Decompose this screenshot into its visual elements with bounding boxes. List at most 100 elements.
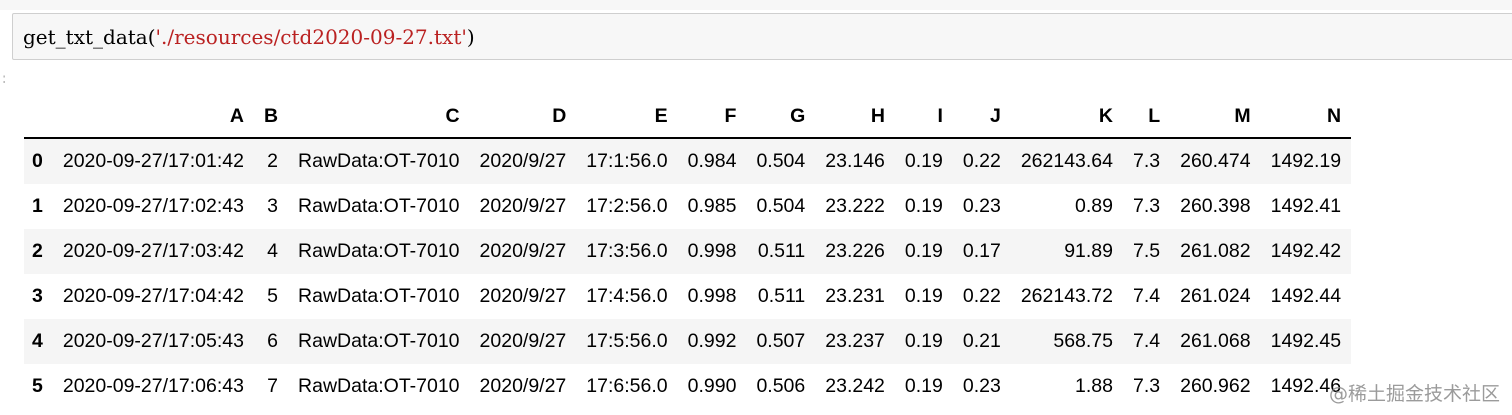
table-cell: 23.222	[825, 195, 885, 217]
table-row: 5 2020-09-27/17:06:43 7 RawData:OT-7010 2020…	[24, 364, 1352, 409]
table-cell: RawData:OT-7010	[298, 285, 460, 307]
column-header: J	[952, 95, 1011, 139]
table-cell: RawData:OT-7010	[298, 240, 460, 262]
table-cell: 7.3	[1133, 150, 1161, 172]
table-cell: 2020-09-27/17:06:43	[62, 375, 244, 397]
table-cell: RawData:OT-7010	[298, 375, 460, 397]
table-cell: 17:3:56.0	[586, 240, 668, 262]
table-cell: 2020/9/27	[479, 330, 567, 352]
code-function-call: get_txt_data(	[23, 25, 156, 49]
table-cell: 1492.45	[1270, 330, 1342, 352]
watermark-text: @稀土掘金技术社区	[1328, 383, 1500, 405]
row-index: 1	[32, 195, 43, 217]
table-cell: 0.504	[756, 195, 806, 217]
table-cell: 260.474	[1180, 150, 1251, 172]
table-cell: 2020-09-27/17:01:42	[62, 150, 244, 172]
column-header: E	[576, 95, 678, 139]
code-closing-paren: )	[466, 25, 475, 49]
row-index: 3	[32, 285, 43, 307]
table-cell: 0.504	[756, 150, 806, 172]
table-cell: 0.17	[962, 240, 1001, 262]
table-row: 1 2020-09-27/17:02:43 3 RawData:OT-7010 2020…	[24, 184, 1352, 229]
table-cell: 261.024	[1180, 285, 1251, 307]
table-cell: 261.082	[1180, 240, 1251, 262]
code-cell-input[interactable]: get_txt_data('./resources/ctd2020-09-27.…	[12, 13, 1512, 60]
table-cell: 7.3	[1133, 375, 1161, 397]
table-cell: 0.19	[904, 375, 943, 397]
table-cell: 17:6:56.0	[586, 375, 668, 397]
table-cell: 0.23	[962, 375, 1001, 397]
table-cell: RawData:OT-7010	[298, 330, 460, 352]
column-header: N	[1260, 95, 1352, 139]
column-header: A	[52, 95, 254, 139]
table-cell: 0.19	[904, 195, 943, 217]
table-header-row: ABCDEFGHIJKLMN	[24, 95, 1352, 139]
table-cell: 17:2:56.0	[586, 195, 668, 217]
table-cell: 7	[267, 375, 279, 397]
table-cell: 568.75	[1053, 330, 1113, 352]
table-cell: 2	[267, 150, 279, 172]
column-header: H	[815, 95, 895, 139]
table-cell: 2020-09-27/17:04:42	[62, 285, 244, 307]
table-cell: 1492.42	[1270, 240, 1342, 262]
table-cell: 0.21	[962, 330, 1001, 352]
code-string-argument: './resources/ctd2020-09-27.txt'	[155, 25, 467, 49]
table-cell: 262143.72	[1020, 285, 1113, 307]
table-body: 0 2020-09-27/17:01:42 2 RawData:OT-7010 2020…	[24, 138, 1352, 409]
output-prompt: :	[0, 72, 9, 88]
table-cell: 23.242	[825, 375, 885, 397]
table-cell: 0.985	[687, 195, 737, 217]
table-cell: 6	[267, 330, 279, 352]
column-header: G	[746, 95, 816, 139]
table-cell: 261.068	[1180, 330, 1251, 352]
table-cell: 91.89	[1064, 240, 1113, 262]
column-header: M	[1170, 95, 1261, 139]
table-cell: 0.89	[1075, 195, 1113, 217]
table-cell: 2020/9/27	[479, 285, 567, 307]
table-cell: RawData:OT-7010	[298, 195, 460, 217]
index-column-header	[24, 95, 53, 139]
column-header: D	[469, 95, 577, 139]
table-cell: 2020-09-27/17:03:42	[62, 240, 244, 262]
table-cell: 17:5:56.0	[586, 330, 668, 352]
table-row: 4 2020-09-27/17:05:43 6 RawData:OT-7010 2020…	[24, 319, 1352, 364]
table-row: 3 2020-09-27/17:04:42 5 RawData:OT-7010 2020…	[24, 274, 1352, 319]
row-index: 2	[32, 240, 43, 262]
table-cell: 2020/9/27	[479, 150, 567, 172]
table-cell: 0.22	[962, 285, 1001, 307]
column-header: C	[288, 95, 470, 139]
table-row: 2 2020-09-27/17:03:42 4 RawData:OT-7010 2020…	[24, 229, 1352, 274]
table-cell: 0.23	[962, 195, 1001, 217]
table-cell: 262143.64	[1020, 150, 1113, 172]
table-cell: 0.19	[904, 240, 943, 262]
table-cell: RawData:OT-7010	[298, 150, 460, 172]
table-cell: 0.506	[756, 375, 806, 397]
table-cell: 2020/9/27	[479, 240, 567, 262]
column-header: L	[1123, 95, 1171, 139]
table-cell: 7.5	[1133, 240, 1161, 262]
table-cell: 0.990	[687, 375, 737, 397]
table-cell: 0.19	[904, 285, 943, 307]
table-cell: 5	[267, 285, 279, 307]
table-cell: 1492.41	[1270, 195, 1342, 217]
table-cell: 0.507	[756, 330, 806, 352]
table-cell: 0.992	[687, 330, 737, 352]
table-cell: 260.398	[1180, 195, 1251, 217]
code-text: get_txt_data('./resources/ctd2020-09-27.…	[23, 24, 475, 50]
table-cell: 0.511	[757, 240, 806, 262]
table-cell: 1492.19	[1270, 150, 1342, 172]
row-index: 5	[32, 375, 43, 397]
table-cell: 1492.44	[1270, 285, 1342, 307]
row-index: 4	[32, 330, 43, 352]
column-header: B	[253, 95, 289, 139]
table-cell: 2020-09-27/17:05:43	[62, 330, 244, 352]
table-cell: 17:1:56.0	[586, 150, 668, 172]
column-header: F	[677, 95, 747, 139]
table-cell: 0.984	[687, 150, 737, 172]
table-cell: 0.22	[962, 150, 1001, 172]
table-cell: 0.511	[757, 285, 806, 307]
table-cell: 23.231	[825, 285, 885, 307]
table-cell: 4	[267, 240, 279, 262]
table-cell: 0.19	[904, 330, 943, 352]
table-cell: 2020/9/27	[479, 195, 567, 217]
